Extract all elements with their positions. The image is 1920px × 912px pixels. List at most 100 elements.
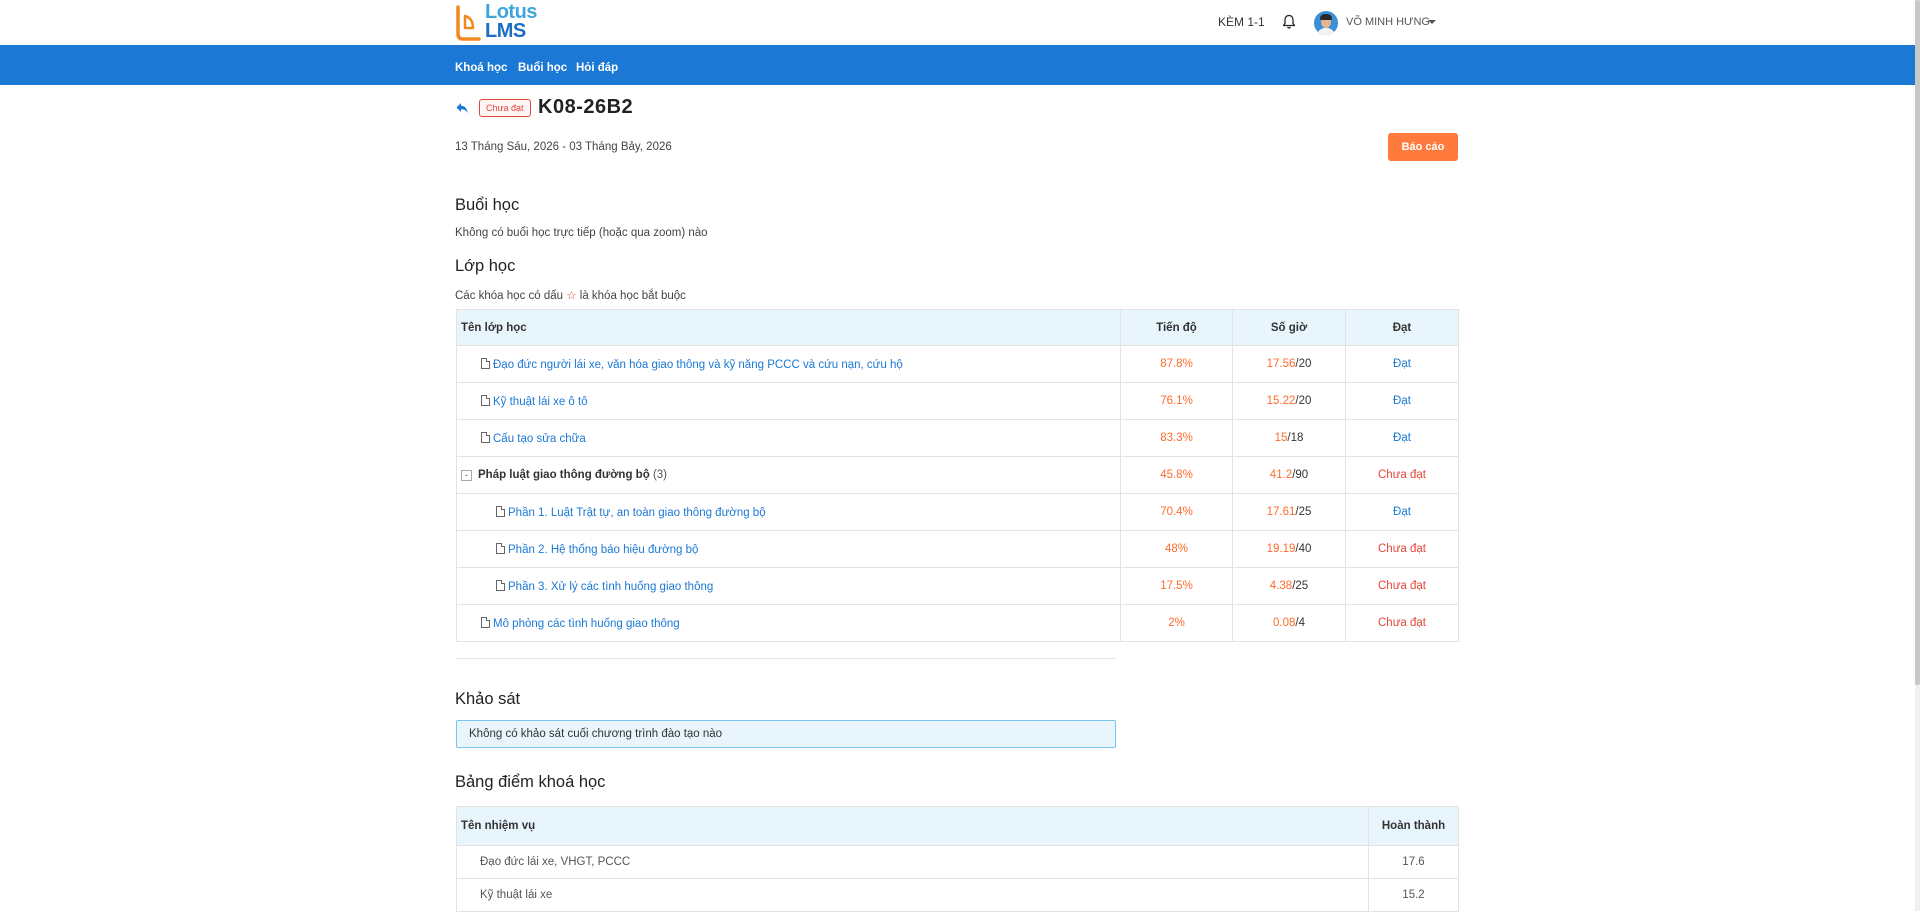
class-group-cell: - Pháp luật giao thông đường bộ (3) [456,456,1121,494]
col-header-completed: Hoàn thành [1368,806,1459,846]
page-scrollbar-thumb[interactable] [1915,0,1920,685]
hours-done: 41.2 [1269,469,1293,481]
back-arrow-icon[interactable] [455,101,469,115]
progress-cell: 2% [1120,604,1233,642]
course-date-range: 13 Tháng Sáu, 2026 - 03 Tháng Bảy, 2026 [455,141,672,153]
table-row: Kỹ thuật lái xe 15.2 [456,878,1459,912]
document-icon [496,543,505,554]
hours-cell: 17.56/20 [1232,345,1346,383]
hours-total: /4 [1295,617,1305,629]
classes-table: Tên lớp học Tiến độ Số giờ Đạt Đạo đức n… [456,309,1459,642]
class-name-cell: Phần 1. Luật Trật tự, an toàn giao thông… [456,493,1121,531]
document-icon [496,506,505,517]
class-name-cell: Đạo đức người lái xe, văn hóa giao thông… [456,345,1121,383]
hours-done: 19.19 [1266,543,1296,555]
class-link[interactable]: Đạo đức người lái xe, văn hóa giao thông… [493,359,903,371]
required-note-after: là khóa học bắt buộc [579,290,686,302]
status-cell: Đạt [1345,419,1459,457]
nav-item-courses[interactable]: Khoá học [455,62,507,74]
hours-cell: 41.2/90 [1232,456,1346,494]
user-name[interactable]: VÕ MINH HƯNG [1346,16,1430,28]
required-note-before: Các khóa học có dấu [455,290,564,302]
nav-item-sessions[interactable]: Buổi học [518,62,567,74]
table-row: Phần 3. Xử lý các tình huống giao thông … [456,567,1459,605]
hours-cell: 19.19/40 [1232,530,1346,568]
class-link[interactable]: Mô phỏng các tình huống giao thông [493,618,680,630]
table-row: Đạo đức người lái xe, văn hóa giao thông… [456,345,1459,383]
bell-icon[interactable] [1282,14,1296,30]
class-name-cell: Kỹ thuật lái xe ô tô [456,382,1121,420]
survey-empty-alert: Không có khảo sát cuối chương trình đào … [456,720,1116,748]
progress-cell: 48% [1120,530,1233,568]
classes-heading: Lớp học [455,257,516,275]
survey-heading: Khảo sát [455,690,521,708]
document-icon [481,432,490,443]
hours-done: 0.08 [1273,617,1296,629]
col-header-passed: Đạt [1345,309,1459,346]
status-badge: Chưa đạt [479,99,531,117]
document-icon [496,580,505,591]
table-row: Đạo đức lái xe, VHGT, PCCC 17.6 [456,845,1459,879]
task-name-cell: Đạo đức lái xe, VHGT, PCCC [456,845,1369,879]
status-cell: Chưa đạt [1345,530,1459,568]
group-name: Pháp luật giao thông đường bộ [478,469,650,481]
hours-total: /40 [1295,543,1312,555]
gradebook-heading: Bảng điểm khoá học [455,773,606,791]
progress-cell: 70.4% [1120,493,1233,531]
class-link[interactable]: Phần 2. Hệ thống báo hiệu đường bộ [508,544,698,556]
class-link[interactable]: Phần 3. Xử lý các tình huống giao thông [508,581,713,593]
class-name-cell: Mô phỏng các tình huống giao thông [456,604,1121,642]
hours-cell: 17.61/25 [1232,493,1346,531]
status-cell: Chưa đạt [1345,456,1459,494]
report-button[interactable]: Báo cáo [1388,133,1458,161]
hours-total: /20 [1295,358,1312,370]
hours-done: 15.22 [1266,395,1296,407]
table-row: Phần 2. Hệ thống báo hiệu đường bộ 48% 1… [456,530,1459,568]
progress-cell: 83.3% [1120,419,1233,457]
table-header-row: Tên lớp học Tiến độ Số giờ Đạt [456,309,1459,346]
status-cell: Chưa đạt [1345,604,1459,642]
status-cell: Đạt [1345,493,1459,531]
avatar[interactable] [1314,11,1338,35]
org-label[interactable]: KÈM 1-1 [1218,15,1265,29]
completed-cell: 17.6 [1368,845,1459,879]
logo-text: Lotus LMS [485,2,537,41]
hours-cell: 0.08/4 [1232,604,1346,642]
sessions-heading: Buổi học [455,196,520,214]
collapse-toggle-icon[interactable]: - [461,470,472,481]
hours-done: 15 [1274,432,1288,444]
hours-total: /90 [1292,469,1309,481]
top-header: Lotus LMS KÈM 1-1 VÕ MINH HƯNG [0,0,1920,45]
table-header-row: Tên nhiệm vụ Hoàn thành [456,806,1459,846]
lotus-lms-logo[interactable]: Lotus LMS [455,2,555,43]
status-cell: Chưa đạt [1345,567,1459,605]
gradebook-table: Tên nhiệm vụ Hoàn thành Đạo đức lái xe, … [456,806,1459,912]
status-cell: Đạt [1345,382,1459,420]
progress-cell: 45.8% [1120,456,1233,494]
col-header-class-name: Tên lớp học [456,309,1121,346]
hours-done: 17.61 [1266,506,1296,518]
class-link[interactable]: Cấu tạo sửa chữa [493,433,586,445]
hours-total: /25 [1295,506,1312,518]
nav-item-qa[interactable]: Hỏi đáp [576,62,618,74]
hours-total: /20 [1295,395,1312,407]
class-link[interactable]: Kỹ thuật lái xe ô tô [493,396,588,408]
hours-total: /18 [1287,432,1304,444]
document-icon [481,617,490,628]
chevron-down-icon[interactable] [1428,20,1436,24]
completed-cell: 15.2 [1368,878,1459,912]
hours-cell: 4.38/25 [1232,567,1346,605]
document-icon [481,395,490,406]
col-header-task: Tên nhiệm vụ [456,806,1369,846]
group-count: (3) [652,469,667,481]
table-row: Mô phỏng các tình huống giao thông 2% 0.… [456,604,1459,642]
document-icon [481,358,490,369]
task-name-cell: Kỹ thuật lái xe [456,878,1369,912]
status-cell: Đạt [1345,345,1459,383]
class-name-cell: Phần 2. Hệ thống báo hiệu đường bộ [456,530,1121,568]
star-icon: ☆ [566,290,577,302]
class-name-cell: Phần 3. Xử lý các tình huống giao thông [456,567,1121,605]
hours-done: 4.38 [1269,580,1293,592]
hours-done: 17.56 [1266,358,1296,370]
class-link[interactable]: Phần 1. Luật Trật tự, an toàn giao thông… [508,507,766,519]
